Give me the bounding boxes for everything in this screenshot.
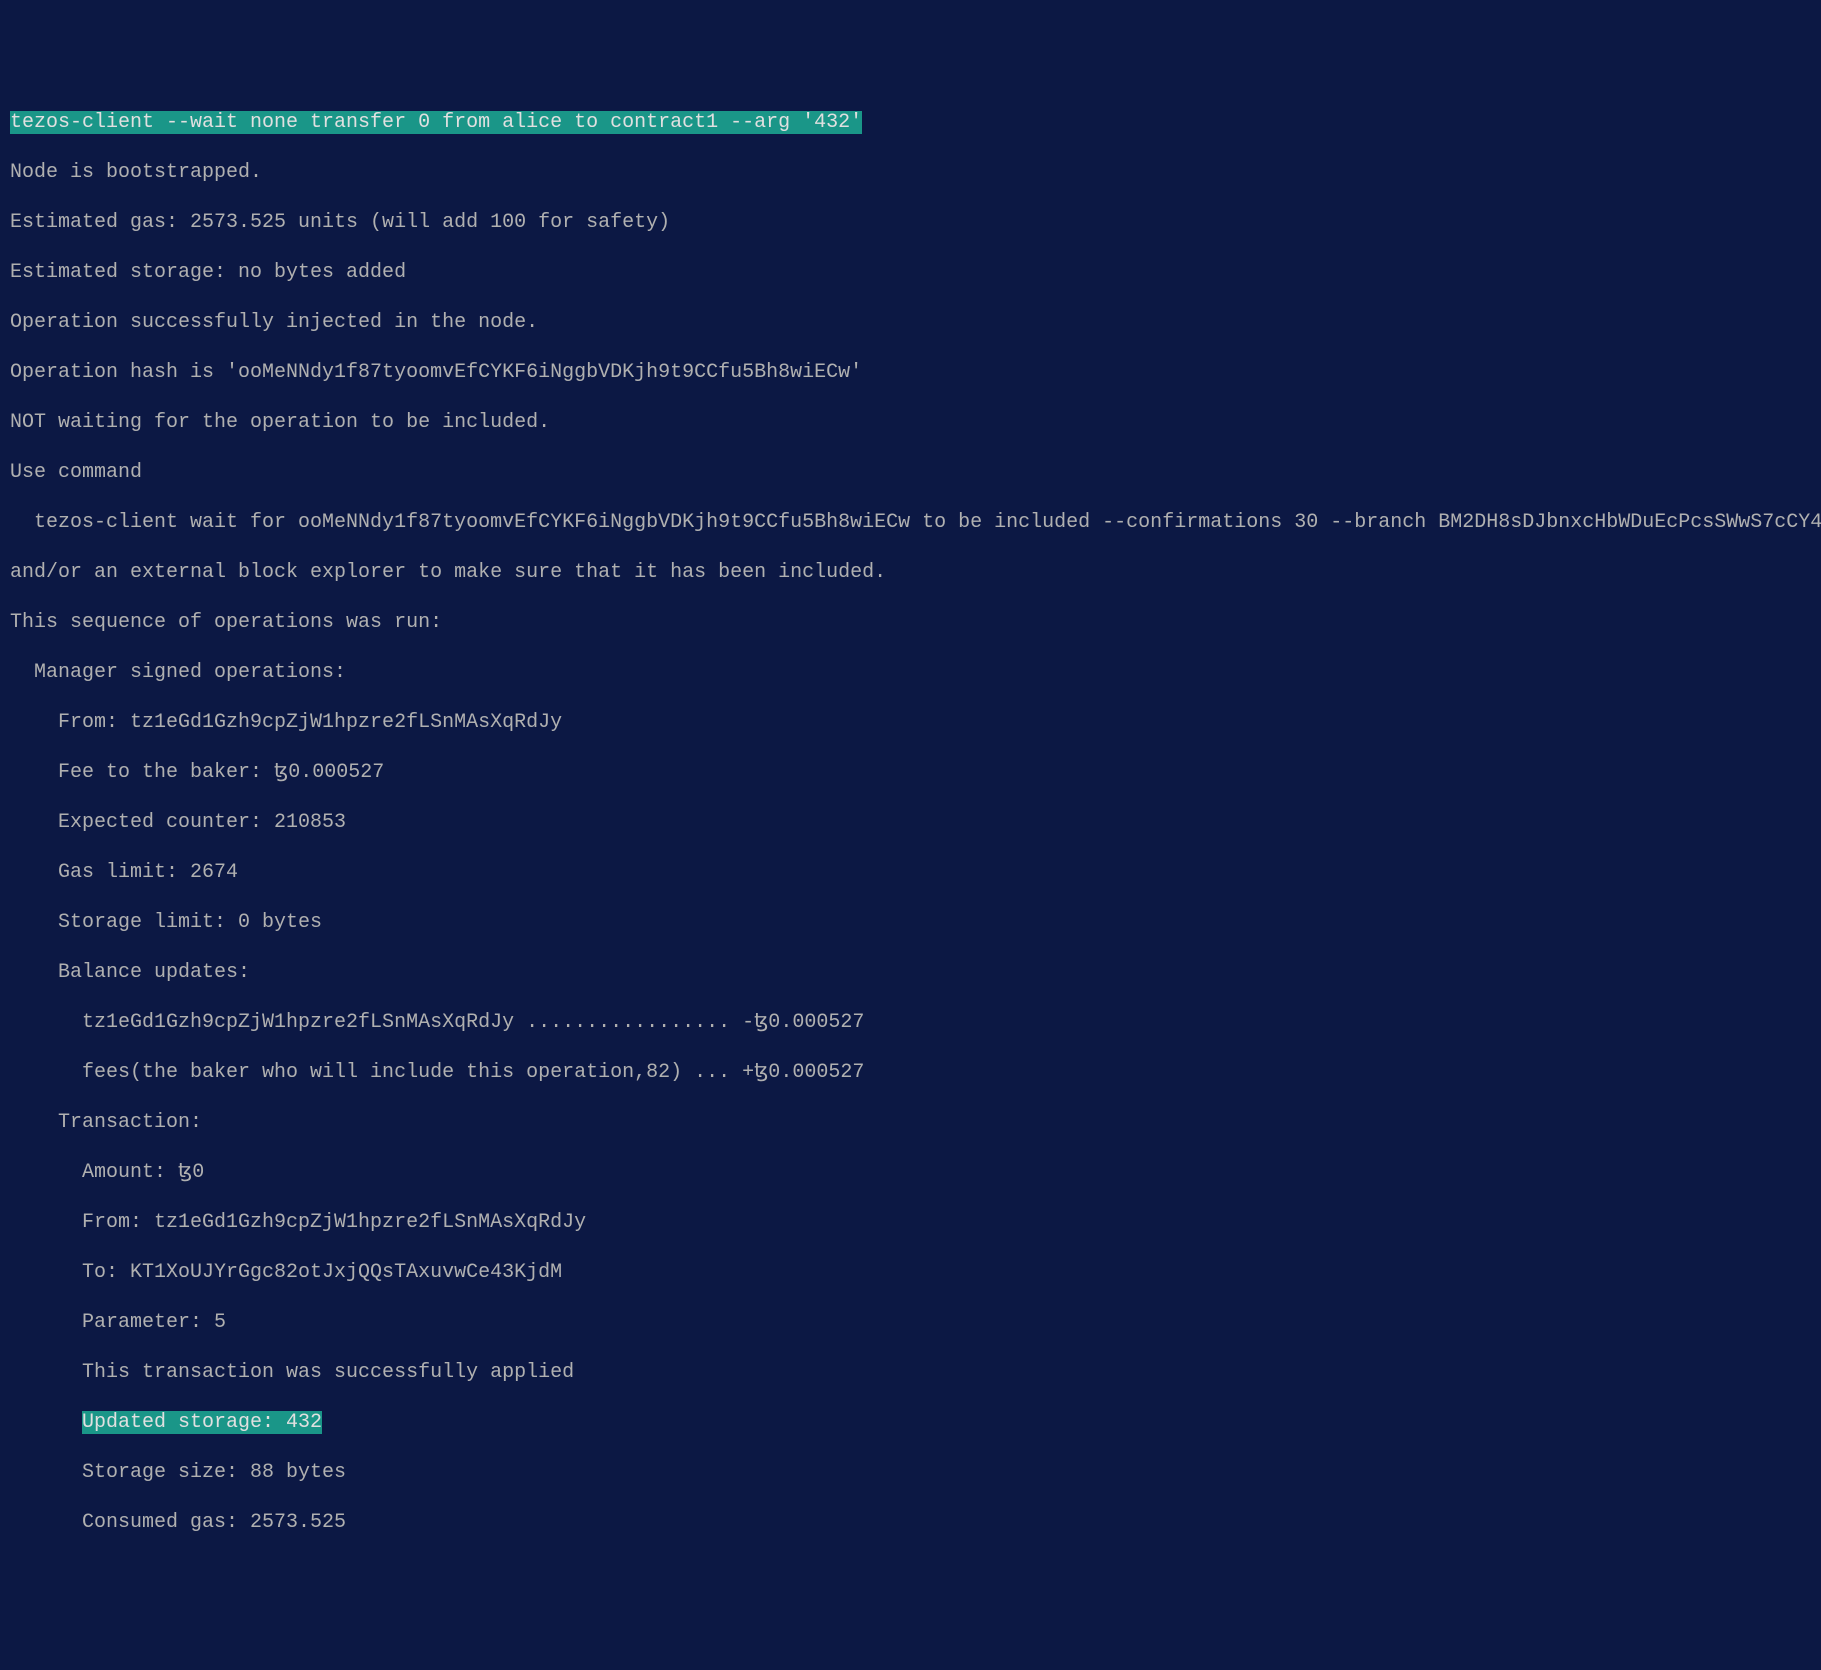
output-line: Balance updates: (10, 960, 1811, 985)
output-line: Storage limit: 0 bytes (10, 910, 1811, 935)
output-line: To: KT1XoUJYrGgc82otJxjQQsTAxuvwCe43KjdM (10, 1260, 1811, 1285)
output-line: NOT waiting for the operation to be incl… (10, 410, 1811, 435)
output-line: This sequence of operations was run: (10, 610, 1811, 635)
output-line: fees(the baker who will include this ope… (10, 1060, 1811, 1085)
output-line: Manager signed operations: (10, 660, 1811, 685)
output-line: This transaction was successfully applie… (10, 1360, 1811, 1385)
updated-storage-highlight: Updated storage: 432 (82, 1411, 322, 1434)
output-line: Estimated storage: no bytes added (10, 260, 1811, 285)
output-line-prefix (10, 1411, 82, 1434)
output-line: tz1eGd1Gzh9cpZjW1hpzre2fLSnMAsXqRdJy ...… (10, 1010, 1811, 1035)
output-line: Use command (10, 460, 1811, 485)
output-line: Gas limit: 2674 (10, 860, 1811, 885)
output-line: Operation hash is 'ooMeNNdy1f87tyoomvEfC… (10, 360, 1811, 385)
output-line: Amount: ꜩ0 (10, 1160, 1811, 1185)
output-line: Storage size: 88 bytes (10, 1460, 1811, 1485)
command-line: tezos-client --wait none transfer 0 from… (10, 111, 862, 134)
output-line: Consumed gas: 2573.525 (10, 1510, 1811, 1535)
output-line: Expected counter: 210853 (10, 810, 1811, 835)
output-line: Node is bootstrapped. (10, 160, 1811, 185)
output-line: tezos-client wait for ooMeNNdy1f87tyoomv… (10, 510, 1811, 535)
terminal-output: tezos-client --wait none transfer 0 from… (10, 110, 1811, 1535)
output-line: From: tz1eGd1Gzh9cpZjW1hpzre2fLSnMAsXqRd… (10, 1210, 1811, 1235)
output-line: Parameter: 5 (10, 1310, 1811, 1335)
output-line: Estimated gas: 2573.525 units (will add … (10, 210, 1811, 235)
output-line: Transaction: (10, 1110, 1811, 1135)
output-line: Operation successfully injected in the n… (10, 310, 1811, 335)
output-line: Fee to the baker: ꜩ0.000527 (10, 760, 1811, 785)
output-line: From: tz1eGd1Gzh9cpZjW1hpzre2fLSnMAsXqRd… (10, 710, 1811, 735)
output-line: and/or an external block explorer to mak… (10, 560, 1811, 585)
